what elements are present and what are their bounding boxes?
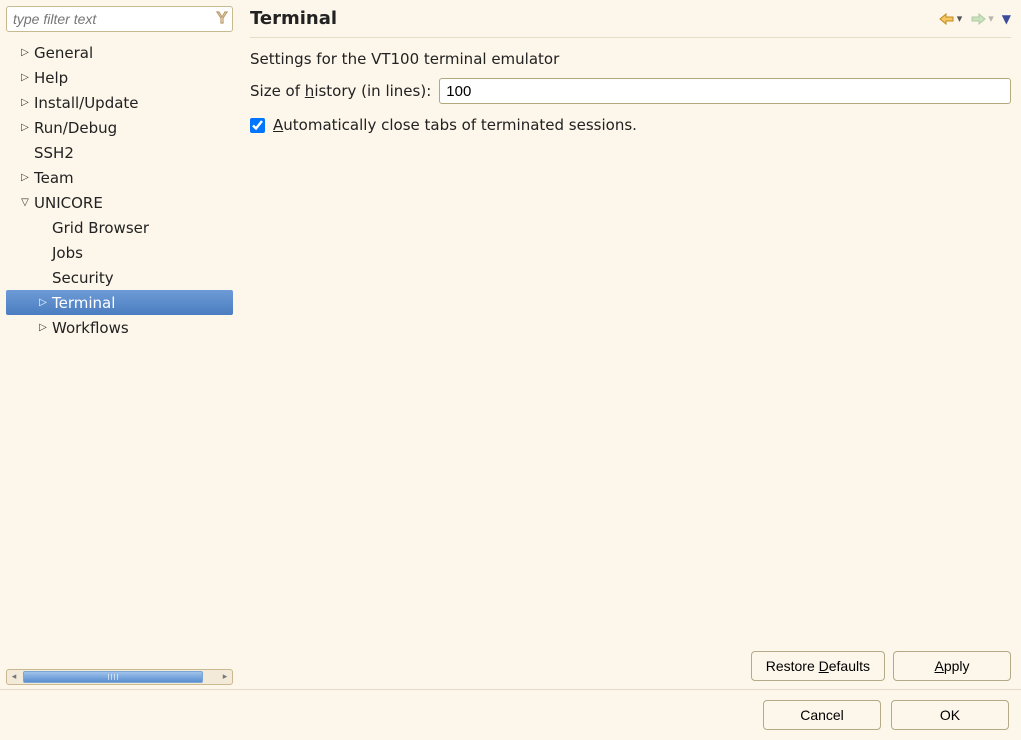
- tree-item-team[interactable]: ▷ Team: [6, 165, 233, 190]
- apply-button[interactable]: Apply: [893, 651, 1011, 681]
- page-title: Terminal: [250, 8, 337, 29]
- expand-icon: ▷: [16, 72, 34, 83]
- autoclose-label: Automatically close tabs of terminated s…: [273, 116, 637, 134]
- tree-label: SSH2: [34, 144, 74, 162]
- ok-button[interactable]: OK: [891, 700, 1009, 730]
- tree-label: Install/Update: [34, 94, 139, 112]
- content-footer: Restore Defaults Apply: [250, 643, 1011, 681]
- header-nav-icons: ▾ ▾ ▼: [939, 12, 1011, 26]
- tree-item-ssh2[interactable]: ▷ SSH2: [6, 140, 233, 165]
- tree-item-general[interactable]: ▷ General: [6, 40, 233, 65]
- tree-label: UNICORE: [34, 194, 103, 212]
- tree-item-terminal[interactable]: ▷ Terminal: [6, 290, 233, 315]
- dialog-footer: Cancel OK: [0, 689, 1021, 740]
- tree-label: Team: [34, 169, 74, 187]
- tree-item-help[interactable]: ▷ Help: [6, 65, 233, 90]
- autoclose-row: Automatically close tabs of terminated s…: [250, 116, 1011, 134]
- nav-back-button[interactable]: ▾: [939, 12, 963, 25]
- chevron-down-icon: ▾: [988, 12, 994, 25]
- restore-defaults-button[interactable]: Restore Defaults: [751, 651, 885, 681]
- preferences-tree: ▷ General ▷ Help ▷ Install/Update ▷ Run/…: [6, 38, 233, 665]
- expand-icon: ▷: [34, 297, 52, 308]
- tree-label: Help: [34, 69, 68, 87]
- filter-input[interactable]: [6, 6, 233, 32]
- tree-item-workflows[interactable]: ▷ Workflows: [6, 315, 233, 340]
- tree-label: Grid Browser: [52, 219, 149, 237]
- tree-label: Jobs: [52, 244, 83, 262]
- scroll-right-icon[interactable]: ▸: [218, 672, 232, 682]
- tree-label: Run/Debug: [34, 119, 117, 137]
- expand-icon: ▷: [34, 322, 52, 333]
- expand-icon: ▷: [16, 47, 34, 58]
- tree-item-install-update[interactable]: ▷ Install/Update: [6, 90, 233, 115]
- chevron-down-icon: ▾: [957, 12, 963, 25]
- content-header: Terminal ▾ ▾ ▼: [250, 8, 1011, 38]
- settings-description: Settings for the VT100 terminal emulator: [250, 50, 1011, 68]
- scroll-left-icon[interactable]: ◂: [7, 672, 21, 682]
- tree-label: Security: [52, 269, 114, 287]
- clear-filter-icon[interactable]: [215, 10, 229, 28]
- expand-icon: ▷: [16, 172, 34, 183]
- history-size-label: Size of history (in lines):: [250, 82, 431, 100]
- autoclose-checkbox[interactable]: [250, 118, 265, 133]
- nav-forward-button[interactable]: ▾: [970, 12, 994, 25]
- tree-label: Terminal: [52, 294, 115, 312]
- expand-icon: ▷: [16, 122, 34, 133]
- tree-label: Workflows: [52, 319, 129, 337]
- tree-item-jobs[interactable]: ▷ Jobs: [6, 240, 233, 265]
- tree-item-run-debug[interactable]: ▷ Run/Debug: [6, 115, 233, 140]
- tree-item-grid-browser[interactable]: ▷ Grid Browser: [6, 215, 233, 240]
- filter-wrap: [6, 6, 233, 32]
- preferences-content: Terminal ▾ ▾ ▼ Settings for the VT1: [238, 0, 1021, 689]
- settings-body: Settings for the VT100 terminal emulator…: [250, 38, 1011, 643]
- preferences-sidebar: ▷ General ▷ Help ▷ Install/Update ▷ Run/…: [0, 0, 238, 689]
- scrollbar-thumb[interactable]: [23, 671, 203, 683]
- tree-item-unicore[interactable]: ▽ UNICORE: [6, 190, 233, 215]
- tree-label: General: [34, 44, 93, 62]
- history-size-row: Size of history (in lines):: [250, 78, 1011, 104]
- cancel-button[interactable]: Cancel: [763, 700, 881, 730]
- tree-item-security[interactable]: ▷ Security: [6, 265, 233, 290]
- history-size-input[interactable]: [439, 78, 1011, 104]
- collapse-icon: ▽: [16, 197, 34, 208]
- sidebar-horizontal-scrollbar[interactable]: ◂ ▸: [6, 669, 233, 685]
- expand-icon: ▷: [16, 97, 34, 108]
- view-menu-icon[interactable]: ▼: [1002, 12, 1011, 26]
